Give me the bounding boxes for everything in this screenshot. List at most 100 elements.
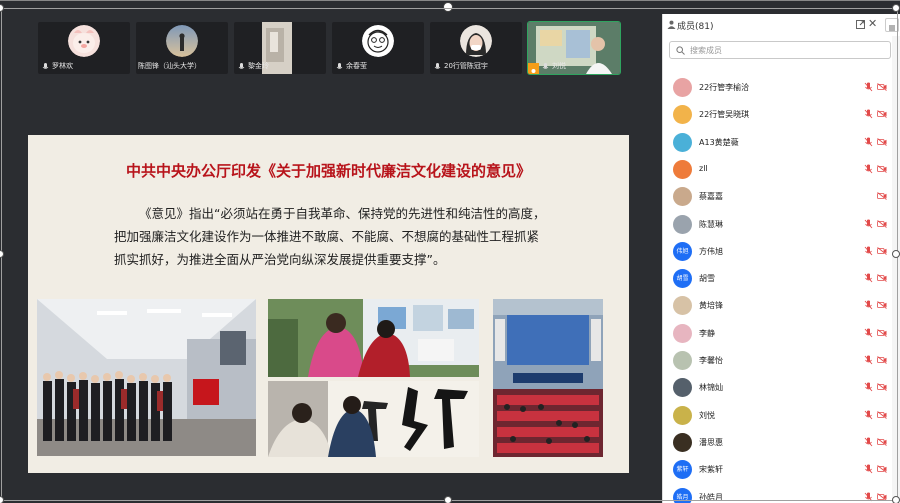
camera-off-icon[interactable] bbox=[877, 274, 887, 282]
camera-off-icon[interactable] bbox=[877, 383, 887, 392]
participant-avatar bbox=[166, 25, 198, 57]
camera-off-icon[interactable] bbox=[877, 110, 887, 119]
member-name: A13黄楚薇 bbox=[699, 137, 739, 147]
camera-off-icon[interactable] bbox=[877, 356, 887, 364]
member-name: 蔡嘉嘉 bbox=[699, 192, 723, 202]
mic-muted-icon[interactable] bbox=[864, 164, 873, 174]
member-row[interactable]: 紫轩 宋紫轩 bbox=[663, 456, 891, 483]
mic-muted-icon[interactable] bbox=[864, 273, 873, 283]
members-panel-header: 成员(81) ✕ bbox=[663, 14, 900, 36]
camera-off-icon[interactable] bbox=[877, 492, 887, 501]
member-row[interactable]: 李静 bbox=[663, 320, 891, 347]
member-row[interactable]: 李馨怡 bbox=[663, 347, 891, 374]
mic-muted-icon[interactable] bbox=[864, 328, 873, 338]
member-row[interactable]: 22行管李榆洽 bbox=[663, 74, 891, 101]
resize-handle-bottom-left[interactable] bbox=[0, 496, 4, 503]
slide-title: 中共中央办公厅印发《关于加强新时代廉洁文化建设的意见》 bbox=[125, 162, 531, 180]
resize-handle-bottom[interactable] bbox=[444, 496, 452, 503]
member-avatar bbox=[673, 378, 692, 398]
mic-muted-icon[interactable] bbox=[864, 82, 873, 92]
mic-muted-icon[interactable] bbox=[864, 300, 873, 310]
mic-muted-icon[interactable] bbox=[864, 219, 873, 229]
resize-handle-top-left[interactable] bbox=[0, 4, 4, 12]
meeting-window: 罗林欢 陈图锋（汕头大学） 黎金玲 余春莹 20行管陈冠宇 刘悦 中共中央办公厅… bbox=[0, 0, 900, 503]
participant-name: 罗林欢 bbox=[52, 62, 73, 70]
slide-photo-exhibition-board bbox=[268, 299, 479, 377]
camera-off-icon[interactable] bbox=[877, 165, 887, 173]
members-scrollbar[interactable] bbox=[892, 36, 900, 503]
mic-muted-icon[interactable] bbox=[864, 246, 873, 256]
member-row[interactable]: 陈慧琳 bbox=[663, 211, 891, 238]
mic-muted-icon[interactable] bbox=[864, 410, 873, 420]
mic-icon bbox=[542, 63, 549, 69]
resize-handle-right[interactable] bbox=[892, 250, 900, 258]
member-name: 胡雪 bbox=[699, 274, 715, 284]
camera-off-icon[interactable] bbox=[877, 410, 887, 419]
member-row[interactable]: zll bbox=[663, 156, 891, 183]
camera-off-icon[interactable] bbox=[877, 328, 887, 337]
mic-icon bbox=[336, 63, 343, 69]
member-row[interactable]: 刘悦 bbox=[663, 402, 891, 429]
video-tile-active-speaker[interactable]: 刘悦 bbox=[527, 21, 621, 75]
member-name: 李馨怡 bbox=[699, 356, 723, 365]
member-row[interactable]: 林锦灿 bbox=[663, 374, 891, 401]
member-search-box[interactable] bbox=[669, 41, 891, 59]
popout-icon[interactable] bbox=[856, 20, 865, 29]
slide-photo-auditorium bbox=[493, 299, 603, 457]
video-tile[interactable]: 余春莹 bbox=[332, 22, 424, 74]
video-tile[interactable]: 陈图锋（汕头大学） bbox=[136, 22, 228, 74]
member-row[interactable]: 蔡嘉嘉 bbox=[663, 183, 891, 210]
camera-off-icon[interactable] bbox=[877, 438, 887, 446]
member-name: 孙皓月 bbox=[699, 492, 723, 502]
mic-muted-icon[interactable] bbox=[864, 464, 873, 474]
resize-handle-top[interactable] bbox=[443, 2, 453, 12]
camera-off-icon[interactable] bbox=[877, 301, 887, 310]
slide-body-text: 《意见》指出“必须站在勇于自我革命、保持党的先进性和纯洁性的高度，把加强廉洁文化… bbox=[114, 206, 546, 267]
member-name: 宋紫轩 bbox=[699, 465, 723, 475]
member-name: 22行管吴晓琪 bbox=[699, 110, 750, 120]
members-panel-title: 成员(81) bbox=[677, 22, 714, 32]
mic-muted-icon[interactable] bbox=[864, 492, 873, 502]
member-row[interactable]: 22行管吴晓琪 bbox=[663, 101, 891, 128]
camera-off-icon[interactable] bbox=[877, 137, 887, 146]
mic-muted-icon[interactable] bbox=[864, 382, 873, 392]
camera-off-icon[interactable] bbox=[877, 246, 887, 255]
mic-muted-icon[interactable] bbox=[864, 137, 873, 147]
member-row[interactable]: 潘思惠 bbox=[663, 429, 891, 456]
resize-handle-bottom-right[interactable] bbox=[892, 496, 900, 503]
member-row[interactable]: 皓月 孙皓月 bbox=[663, 484, 891, 503]
member-search-input[interactable] bbox=[690, 44, 880, 57]
mic-muted-icon[interactable] bbox=[864, 355, 873, 365]
panel-menu-button[interactable] bbox=[885, 18, 899, 32]
member-name: 黄培锋 bbox=[699, 301, 723, 311]
member-row[interactable]: A13黄楚薇 bbox=[663, 129, 891, 156]
resize-handle-top-right[interactable] bbox=[892, 4, 900, 12]
camera-off-icon[interactable] bbox=[877, 192, 887, 201]
member-name: 方伟旭 bbox=[699, 246, 723, 256]
camera-off-icon[interactable] bbox=[877, 83, 887, 91]
member-avatar bbox=[673, 187, 692, 207]
member-row[interactable]: 黄培锋 bbox=[663, 292, 891, 319]
video-tile[interactable]: 罗林欢 bbox=[38, 22, 130, 74]
member-row[interactable]: 胡雪 胡雪 bbox=[663, 265, 891, 292]
member-name: zll bbox=[699, 163, 708, 173]
member-avatar-text: 紫轩 bbox=[676, 466, 689, 474]
video-tile[interactable]: 黎金玲 bbox=[234, 22, 326, 74]
mic-muted-icon[interactable] bbox=[864, 109, 873, 119]
camera-off-icon[interactable] bbox=[877, 219, 887, 228]
video-tile[interactable]: 20行管陈冠宇 bbox=[430, 22, 522, 74]
mic-icon bbox=[42, 63, 49, 69]
member-row[interactable]: 伟旭 方伟旭 bbox=[663, 238, 891, 265]
menu-icon bbox=[889, 25, 895, 31]
mic-muted-icon[interactable] bbox=[864, 437, 873, 447]
participant-avatar bbox=[460, 25, 492, 57]
slide-photo-oath-ceremony bbox=[37, 299, 256, 456]
mic-icon bbox=[238, 63, 245, 69]
member-avatar-text: 皓月 bbox=[676, 493, 689, 501]
host-badge bbox=[528, 63, 539, 74]
close-icon[interactable]: ✕ bbox=[868, 17, 877, 30]
shared-screen-stage: 中共中央办公厅印发《关于加强新时代廉洁文化建设的意见》 《意见》指出“必须站在勇… bbox=[0, 82, 662, 503]
member-avatar bbox=[673, 78, 692, 97]
mic-icon bbox=[434, 63, 441, 69]
camera-off-icon[interactable] bbox=[877, 465, 887, 474]
